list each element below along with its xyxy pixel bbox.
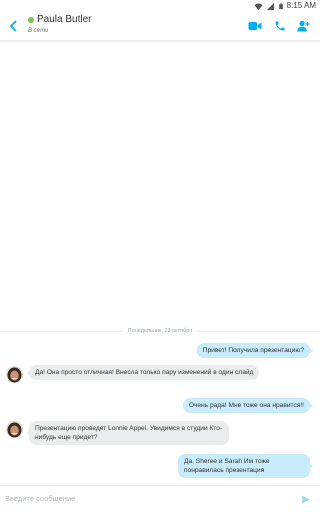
chat-header: Paula Butler В сети: [0, 11, 320, 41]
date-divider: Понедельник, 23 октября: [0, 326, 320, 336]
status-time: 8:15 AM: [286, 1, 316, 10]
message-text: Да! Она просто отличная! Внесла только п…: [35, 369, 254, 376]
contact-name[interactable]: Paula Butler: [37, 14, 91, 26]
presence-indicator: [28, 17, 34, 23]
add-person-icon: [296, 20, 309, 32]
message-bubble-incoming[interactable]: Да! Она просто отличная! Внесла только п…: [25, 365, 260, 380]
add-person-button[interactable]: [296, 19, 310, 33]
avatar[interactable]: [6, 421, 23, 438]
send-button[interactable]: [300, 494, 310, 504]
message-composer: [0, 485, 320, 512]
message-bubble-incoming[interactable]: Презентацию проведет Lonnie Appel. Увиди…: [26, 421, 229, 445]
send-icon: [300, 494, 310, 504]
status-bar: 8:15 AM: [0, 0, 320, 11]
message-text: Да, Sheree и Sarah Им тоже понравилась п…: [184, 458, 270, 474]
message-bubble-outgoing[interactable]: Очень рада! Мне тоже она нравится!!: [182, 398, 314, 413]
message-bubble-outgoing[interactable]: Да, Sheree и Sarah Им тоже понравилась п…: [178, 454, 313, 478]
back-button[interactable]: [5, 18, 21, 34]
voice-call-button[interactable]: [273, 19, 287, 33]
video-call-button[interactable]: [248, 19, 262, 33]
status-bar-indicators: 8:15 AM: [254, 1, 316, 11]
wifi-icon: [254, 2, 263, 10]
message-text: Привет! Получила презентацию?: [202, 347, 304, 354]
avatar[interactable]: [6, 366, 23, 383]
contact-avatar-image: [6, 366, 23, 383]
date-label: Понедельник, 23 октября: [122, 326, 198, 336]
message-text: Презентацию проведет Lonnie Appel. Увиди…: [35, 425, 223, 441]
message-bubble-outgoing[interactable]: Привет! Получила презентацию?: [196, 343, 314, 358]
battery-icon: [278, 3, 283, 9]
contact-status: В сети: [28, 28, 49, 34]
contact-avatar-image: [6, 421, 23, 438]
video-call-icon: [248, 22, 262, 30]
voice-call-icon: [275, 21, 285, 31]
message-text: Очень рада! Мне тоже она нравится!!: [188, 402, 304, 409]
cellular-signal-icon: [266, 2, 274, 10]
message-input[interactable]: [5, 492, 285, 504]
back-arrow-icon: [10, 20, 17, 32]
